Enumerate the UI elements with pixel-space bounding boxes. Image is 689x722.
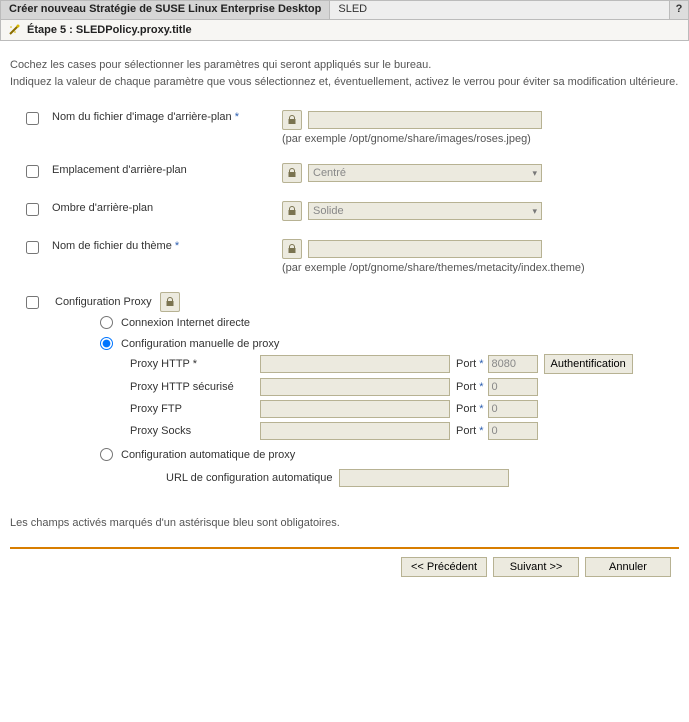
- label-proxy-config: Configuration Proxy: [55, 296, 152, 308]
- checkbox-bg-placement[interactable]: [26, 165, 39, 178]
- radio-auto[interactable]: [100, 448, 113, 461]
- label-theme-file: Nom de fichier du thème *: [52, 239, 282, 252]
- input-theme-file[interactable]: [308, 240, 542, 258]
- proxy-ftp-port[interactable]: [488, 400, 538, 418]
- proxy-https-label: Proxy HTTP sécurisé: [130, 381, 260, 393]
- wizard-icon: [7, 23, 21, 37]
- proxy-socks-label: Proxy Socks: [130, 425, 260, 437]
- step-bar: Étape 5 : SLEDPolicy.proxy.title: [0, 19, 689, 41]
- proxy-http-port-label: Port *: [456, 358, 484, 370]
- proxy-http-host[interactable]: [260, 355, 450, 373]
- select-bg-placement[interactable]: Centré ▾: [308, 164, 542, 182]
- footer-bar: << Précédent Suivant >> Annuler: [10, 547, 679, 577]
- required-asterisk: *: [175, 240, 179, 252]
- proxy-https-port-label: Port *: [456, 381, 484, 393]
- radio-auto-label: Configuration automatique de proxy: [121, 449, 295, 461]
- radio-direct-label: Connexion Internet directe: [121, 317, 250, 329]
- proxy-ftp-label: Proxy FTP: [130, 403, 260, 415]
- radio-row-manual: Configuration manuelle de proxy: [100, 337, 679, 350]
- lock-icon[interactable]: [282, 201, 302, 221]
- proxy-socks-host[interactable]: [260, 422, 450, 440]
- proxy-row-ftp: Proxy FTP Port *: [130, 400, 679, 418]
- proxy-socks-port-label: Port *: [456, 425, 484, 437]
- footnote: Les champs activés marqués d'un astérisq…: [10, 517, 679, 529]
- intro-line2: Indiquez la valeur de chaque paramètre q…: [10, 74, 679, 91]
- prev-button[interactable]: << Précédent: [401, 557, 487, 577]
- proxy-socks-port[interactable]: [488, 422, 538, 440]
- row-bg-image: Nom du fichier d'image d'arrière-plan * …: [10, 110, 679, 145]
- required-asterisk: *: [235, 111, 239, 123]
- proxy-row-socks: Proxy Socks Port *: [130, 422, 679, 440]
- intro-line1: Cochez les cases pour sélectionner les p…: [10, 57, 679, 74]
- radio-manual-label: Configuration manuelle de proxy: [121, 338, 279, 350]
- proxy-row-http: Proxy HTTP * Port * Authentification: [130, 354, 679, 374]
- radio-row-direct: Connexion Internet directe: [100, 316, 679, 329]
- checkbox-bg-shade[interactable]: [26, 203, 39, 216]
- intro-text: Cochez les cases pour sélectionner les p…: [10, 57, 679, 90]
- proxy-http-label: Proxy HTTP *: [130, 358, 260, 370]
- auto-url-row: URL de configuration automatique: [166, 469, 679, 487]
- label-bg-placement: Emplacement d'arrière-plan: [52, 163, 282, 176]
- input-bg-image[interactable]: [308, 111, 542, 129]
- help-button[interactable]: ?: [669, 1, 688, 19]
- title-bar: Créer nouveau Stratégie de SUSE Linux En…: [0, 0, 689, 19]
- radio-row-auto: Configuration automatique de proxy: [100, 448, 679, 461]
- proxy-https-port[interactable]: [488, 378, 538, 396]
- radio-direct[interactable]: [100, 316, 113, 329]
- label-bg-image: Nom du fichier d'image d'arrière-plan *: [52, 110, 282, 123]
- proxy-section: Connexion Internet directe Configuration…: [70, 316, 679, 487]
- auto-url-label: URL de configuration automatique: [166, 472, 333, 484]
- required-asterisk: *: [193, 358, 197, 370]
- checkbox-proxy-config[interactable]: [26, 296, 39, 309]
- cancel-button[interactable]: Annuler: [585, 557, 671, 577]
- select-bg-placement-value: Centré: [313, 167, 346, 179]
- lock-icon[interactable]: [282, 239, 302, 259]
- window-title: Créer nouveau Stratégie de SUSE Linux En…: [1, 1, 330, 19]
- proxy-http-port[interactable]: [488, 355, 538, 373]
- proxy-row-https: Proxy HTTP sécurisé Port *: [130, 378, 679, 396]
- label-bg-shade: Ombre d'arrière-plan: [52, 201, 282, 214]
- lock-icon[interactable]: [282, 110, 302, 130]
- proxy-ftp-host[interactable]: [260, 400, 450, 418]
- lock-icon[interactable]: [282, 163, 302, 183]
- window-subtitle: SLED: [330, 1, 669, 19]
- lock-icon[interactable]: [160, 292, 180, 312]
- hint-bg-image: (par exemple /opt/gnome/share/images/ros…: [282, 133, 679, 145]
- row-theme-file: Nom de fichier du thème * (par exemple /…: [10, 239, 679, 274]
- checkbox-bg-image[interactable]: [26, 112, 39, 125]
- select-bg-shade[interactable]: Solide ▾: [308, 202, 542, 220]
- proxy-manual-fields: Proxy HTTP * Port * Authentification Pro…: [130, 354, 679, 440]
- chevron-down-icon: ▾: [532, 206, 537, 217]
- chevron-down-icon: ▾: [532, 168, 537, 179]
- step-title: Étape 5 : SLEDPolicy.proxy.title: [27, 24, 192, 36]
- radio-manual[interactable]: [100, 337, 113, 350]
- auth-button[interactable]: Authentification: [544, 354, 633, 374]
- proxy-ftp-port-label: Port *: [456, 403, 484, 415]
- auto-url-input[interactable]: [339, 469, 509, 487]
- select-bg-shade-value: Solide: [313, 205, 344, 217]
- next-button[interactable]: Suivant >>: [493, 557, 579, 577]
- row-bg-shade: Ombre d'arrière-plan Solide ▾: [10, 201, 679, 221]
- content-area: Cochez les cases pour sélectionner les p…: [0, 41, 689, 587]
- proxy-https-host[interactable]: [260, 378, 450, 396]
- row-proxy-config: Configuration Proxy: [26, 292, 679, 312]
- row-bg-placement: Emplacement d'arrière-plan Centré ▾: [10, 163, 679, 183]
- hint-theme-file: (par exemple /opt/gnome/share/themes/met…: [282, 262, 679, 274]
- checkbox-theme-file[interactable]: [26, 241, 39, 254]
